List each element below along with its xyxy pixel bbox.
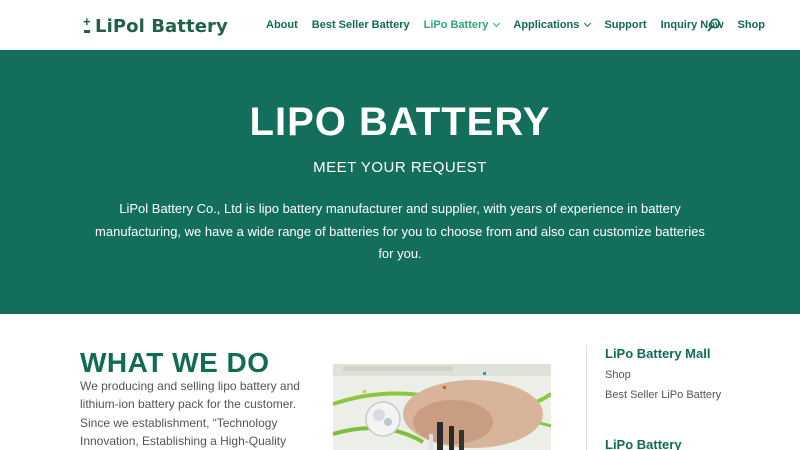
sidebar-heading-lipo-battery: LiPo Battery: [605, 437, 682, 450]
hero-description: LiPol Battery Co., Ltd is lipo battery m…: [95, 201, 705, 261]
hero-banner: LIPO BATTERY MEET YOUR REQUEST LiPol Bat…: [0, 50, 800, 314]
site-logo[interactable]: + LiPol Battery: [83, 14, 228, 38]
chevron-down-icon: [493, 19, 501, 28]
logo-text: LiPol Battery: [95, 15, 228, 37]
sidebar-divider: [586, 345, 587, 450]
battery-logo-icon: +: [83, 15, 93, 37]
battery-photo: [333, 364, 551, 450]
search-icon[interactable]: [707, 18, 721, 32]
site-header: + LiPol Battery About Best Seller Batter…: [0, 0, 800, 50]
nav-support[interactable]: Support: [604, 19, 646, 31]
nav-best-seller-battery[interactable]: Best Seller Battery: [312, 19, 410, 31]
chevron-down-icon: [584, 19, 592, 28]
sidebar-link-shop[interactable]: Shop: [605, 369, 631, 381]
nav-shop[interactable]: Shop: [738, 19, 766, 31]
main-nav: About Best Seller Battery LiPo Battery A…: [266, 18, 779, 32]
hero-subtitle: MEET YOUR REQUEST: [313, 159, 487, 176]
sidebar-link-best-seller[interactable]: Best Seller LiPo Battery: [605, 389, 721, 401]
nav-about[interactable]: About: [266, 19, 298, 31]
what-we-do-heading: WHAT WE DO: [80, 347, 270, 378]
what-we-do-text: We producing and selling lipo battery an…: [80, 379, 300, 448]
hero-title: LIPO BATTERY: [249, 100, 551, 144]
nav-lipo-battery[interactable]: LiPo Battery: [424, 19, 501, 31]
nav-applications[interactable]: Applications: [513, 19, 592, 31]
sidebar-heading-mall: LiPo Battery Mall: [605, 346, 711, 361]
